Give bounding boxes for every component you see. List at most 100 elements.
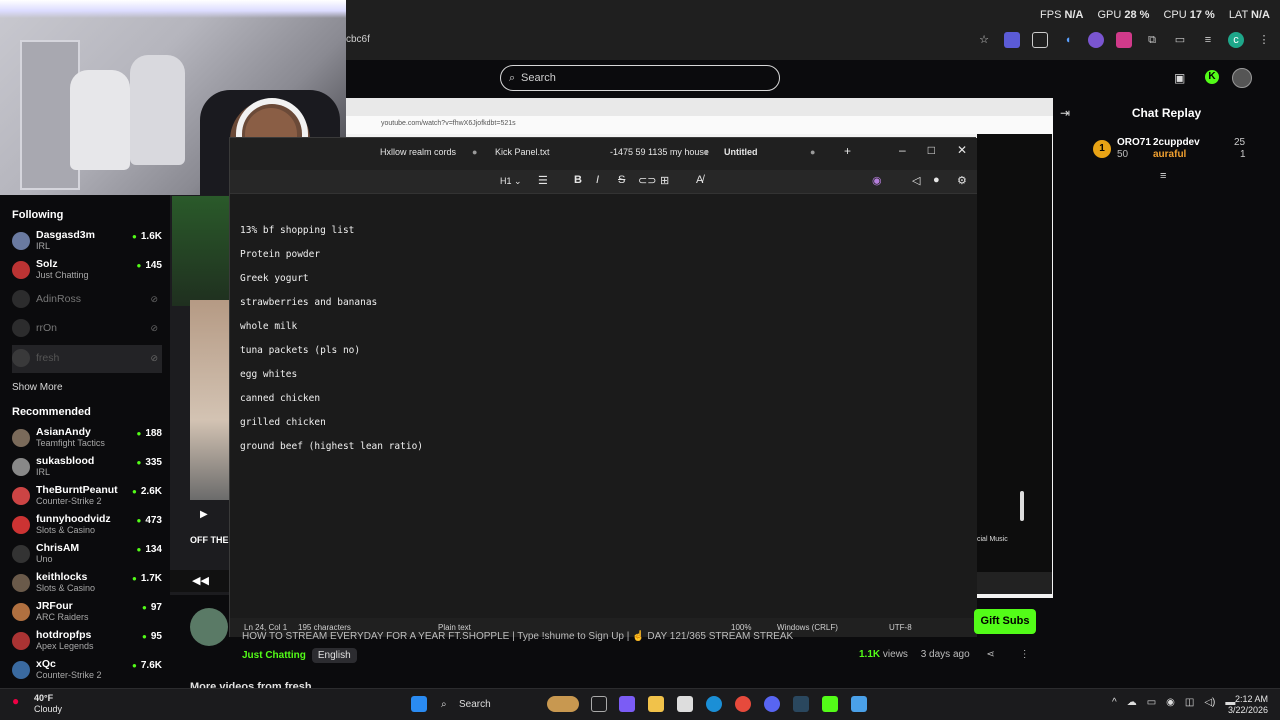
sidebar-channel[interactable]: JRFourARC Raiders 97 <box>12 599 162 627</box>
discord-icon[interactable] <box>764 696 780 712</box>
taskbar-search[interactable]: ⌕ Search <box>435 694 545 716</box>
show-more-link[interactable]: Show More <box>12 382 63 393</box>
chrome-icon[interactable] <box>735 696 751 712</box>
account-icon[interactable]: ● <box>933 174 940 186</box>
inbox-icon[interactable]: ▣ <box>1174 71 1185 85</box>
more-icon[interactable]: ⋮ <box>1256 32 1272 48</box>
sidebar-channel[interactable]: hotdropfpsApex Legends 95 <box>12 628 162 656</box>
minimize-icon[interactable]: – <box>899 143 906 157</box>
steam-icon[interactable] <box>793 696 809 712</box>
clear-format-icon[interactable]: A̸ <box>696 174 703 186</box>
user-avatar[interactable] <box>1232 68 1252 88</box>
store-icon[interactable] <box>677 696 693 712</box>
share-icon[interactable]: ⋖ <box>986 649 994 660</box>
channel-name: Dasgasd3m <box>36 229 95 241</box>
copilot-icon[interactable] <box>619 696 635 712</box>
puzzle-icon[interactable]: ⧉ <box>1144 32 1160 48</box>
bold-icon[interactable]: B <box>574 174 582 186</box>
tab-hxllow-realm-cords[interactable]: Hxllow realm cords ● <box>380 147 477 157</box>
sidebar-channel[interactable]: Dasgasd3m IRL 1.6K <box>12 228 162 256</box>
maximize-icon[interactable]: □ <box>928 143 935 157</box>
extension-icon[interactable]: ◖ <box>1060 32 1076 48</box>
heading-dropdown[interactable]: H1 ⌄ <box>500 176 522 187</box>
sidebar-channel[interactable]: sukasbloodIRL 335 <box>12 454 162 482</box>
table-icon[interactable]: ⊞ <box>660 174 669 187</box>
settings-icon[interactable]: ⚙ <box>957 174 967 187</box>
category-tag[interactable]: Just Chatting <box>242 650 306 661</box>
rewind-icon[interactable]: ◀◀ <box>192 574 209 587</box>
profile-icon[interactable]: c <box>1228 32 1244 48</box>
sidebar-channel[interactable]: xQcCounter-Strike 2 7.6K <box>12 657 162 685</box>
sidebar-icon[interactable]: ▭ <box>1172 32 1188 48</box>
text-editor[interactable]: 13% bf shopping list Protein powder Greek … <box>230 194 977 618</box>
mic-icon[interactable]: ◉ <box>1166 697 1175 708</box>
close-icon[interactable]: ✕ <box>957 143 967 157</box>
sidebar-channel[interactable]: TheBurntPeanutCounter-Strike 2 2.6K <box>12 483 162 511</box>
viewer-count: 1.7K <box>132 573 162 584</box>
avatar <box>12 516 30 534</box>
extension-icon[interactable] <box>1032 32 1048 48</box>
weather-condition: Cloudy <box>34 704 63 714</box>
notification-off-icon: ⊘ <box>150 294 158 304</box>
edge-icon[interactable] <box>706 696 722 712</box>
notification-off-icon: ⊘ <box>150 323 158 333</box>
extension-icon[interactable] <box>1004 32 1020 48</box>
notepad-app-icon[interactable] <box>851 696 867 712</box>
following-title: Following <box>12 209 64 221</box>
sidebar-channel[interactable]: keithlocksSlots & Casino 1.7K <box>12 570 162 598</box>
sidebar-channel[interactable]: ChrisAMUno 134 <box>12 541 162 569</box>
sidebar-channel-offline[interactable]: AdinRoss ⊘ <box>12 286 162 314</box>
start-icon[interactable] <box>411 696 427 712</box>
announce-icon[interactable]: ◁ <box>912 174 920 187</box>
sidebar-channel[interactable]: AsianAndyTeamfight Tactics 188 <box>12 425 162 453</box>
text-line: strawberries and bananas <box>240 297 378 308</box>
sidebar-channel-offline[interactable]: rrOn ⊘ <box>12 315 162 343</box>
viewer-count: 97 <box>142 602 162 613</box>
new-tab-icon[interactable]: + <box>844 144 851 158</box>
strikethrough-icon[interactable]: S <box>618 174 625 186</box>
streamer-avatar[interactable] <box>190 608 228 646</box>
sidebar-channel[interactable]: Solz Just Chatting 145 <box>12 257 162 285</box>
clock[interactable]: 2:12 AM 3/22/2026 <box>1228 694 1268 716</box>
gifter-name[interactable]: 2cuppdev <box>1153 137 1200 148</box>
volume-icon[interactable]: ◁) <box>1204 697 1215 708</box>
gift-subs-button[interactable]: Gift Subs <box>974 609 1036 634</box>
address-bar[interactable]: cbc6f <box>346 34 370 45</box>
star-icon[interactable]: ☆ <box>976 32 992 48</box>
file-explorer-icon[interactable] <box>648 696 664 712</box>
link-icon[interactable]: ⊂⊃ <box>638 174 656 187</box>
chevron-up-icon[interactable]: ^ <box>1112 697 1117 708</box>
play-icon[interactable]: ▶ <box>200 509 208 520</box>
tab-my-house[interactable]: -1475 59 1135 my house ● <box>610 147 709 157</box>
language-tag[interactable]: English <box>311 648 357 663</box>
scrollbar[interactable] <box>1020 491 1024 521</box>
sidebar-channel[interactable]: funnyhoodvidzSlots & Casino 473 <box>12 512 162 540</box>
search-input[interactable]: ⌕ Search <box>500 65 780 91</box>
gifter-name[interactable]: ORO71 <box>1117 137 1151 148</box>
tab-untitled[interactable]: Untitled ● <box>724 147 815 157</box>
kick-k-icon[interactable]: K <box>1205 70 1219 84</box>
italic-icon[interactable]: I <box>596 174 599 186</box>
chevron-down-icon[interactable]: ≡ <box>1160 170 1166 182</box>
list-icon[interactable]: ☰ <box>538 174 548 187</box>
sidebar-channel-offline[interactable]: fresh ⊘ <box>12 345 162 373</box>
copilot-icon[interactable]: ◉ <box>872 174 882 187</box>
network-icon[interactable]: ◫ <box>1185 697 1194 708</box>
youtube-url[interactable]: youtube.com/watch?v=fhwX6Jjofkdbt=521s <box>381 120 516 127</box>
task-view-icon[interactable] <box>591 696 607 712</box>
channel-name: Solz <box>36 258 58 270</box>
channel-name: fresh <box>36 352 60 364</box>
extension-icon[interactable] <box>1088 32 1104 48</box>
extension-icon[interactable] <box>1116 32 1132 48</box>
gifter-name[interactable]: auraful <box>1153 149 1186 160</box>
tab-kick-panel[interactable]: Kick Panel.txt <box>495 147 550 157</box>
monitor-icon[interactable]: ▭ <box>1147 697 1156 708</box>
weather-widget[interactable]: ● 40°F Cloudy <box>12 693 62 715</box>
onedrive-icon[interactable]: ☁ <box>1127 697 1137 708</box>
viewer-count: 473 <box>136 515 162 526</box>
kick-app-icon[interactable] <box>822 696 838 712</box>
channel-category: Counter-Strike 2 <box>36 670 102 680</box>
menu-icon[interactable]: ≡ <box>1200 32 1216 48</box>
lat-readout: LAT N/A <box>1228 9 1270 21</box>
more-icon[interactable]: ⋮ <box>1020 649 1030 660</box>
